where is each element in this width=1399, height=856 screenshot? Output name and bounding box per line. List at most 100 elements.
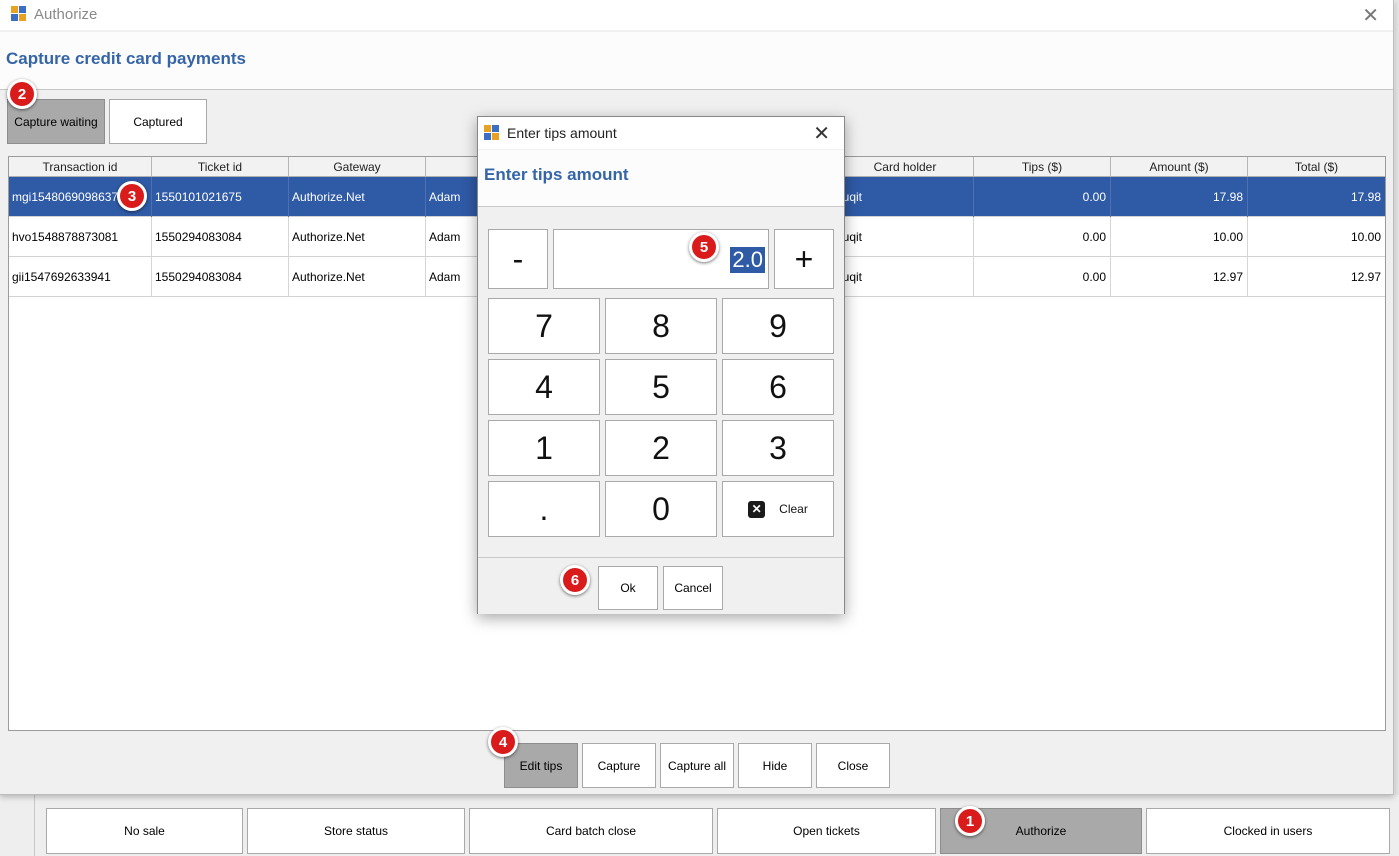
step-badge-4: 4 bbox=[488, 727, 518, 757]
column-header-ticket-id[interactable]: Ticket id bbox=[152, 157, 289, 177]
tab-captured-label: Captured bbox=[133, 114, 183, 129]
capture-all-label: Capture all bbox=[667, 758, 727, 773]
key-7-button[interactable]: 7 bbox=[488, 298, 600, 354]
cell-total: 10.00 bbox=[1350, 230, 1381, 244]
key-0-button[interactable]: 0 bbox=[605, 481, 717, 537]
key-8-label: 8 bbox=[652, 307, 670, 344]
cancel-button[interactable]: Cancel bbox=[663, 566, 723, 610]
background-window-edge bbox=[1395, 0, 1399, 856]
key-6-label: 6 bbox=[769, 368, 787, 405]
decrement-button[interactable]: - bbox=[488, 229, 548, 289]
minus-label: - bbox=[512, 240, 524, 277]
dialog-heading: Enter tips amount bbox=[484, 165, 629, 184]
cell-tips: 0.00 bbox=[974, 217, 1111, 257]
cell-transaction-id: hvo1548878873081 bbox=[9, 217, 152, 257]
key-2-button[interactable]: 2 bbox=[605, 420, 717, 476]
key-decimal-label: . bbox=[539, 490, 549, 527]
key-5-button[interactable]: 5 bbox=[605, 359, 717, 415]
clocked-in-users-label: Clocked in users bbox=[1223, 824, 1313, 838]
window-header: Capture credit card payments bbox=[0, 32, 1393, 90]
key-0-label: 0 bbox=[652, 490, 670, 527]
cell-amount: 12.97 bbox=[1111, 257, 1248, 297]
increment-button[interactable]: + bbox=[774, 229, 834, 289]
cell-gateway: Authorize.Net bbox=[289, 257, 426, 297]
card-batch-close-label: Card batch close bbox=[545, 824, 637, 838]
cell-ticket-id: 1550294083084 bbox=[152, 257, 289, 297]
step-badge-3: 3 bbox=[117, 181, 147, 211]
key-9-button[interactable]: 9 bbox=[722, 298, 834, 354]
capture-button[interactable]: Capture bbox=[582, 743, 656, 788]
cell-gateway: Authorize.Net bbox=[289, 177, 426, 217]
column-header-tips[interactable]: Tips ($) bbox=[974, 157, 1111, 177]
cell-amount: 17.98 bbox=[1111, 177, 1248, 217]
step-badge-2: 2 bbox=[7, 79, 37, 109]
close-label: Close bbox=[837, 758, 869, 773]
column-header-amount[interactable]: Amount ($) bbox=[1111, 157, 1248, 177]
cancel-label: Cancel bbox=[674, 581, 712, 595]
key-3-button[interactable]: 3 bbox=[722, 420, 834, 476]
hide-label: Hide bbox=[762, 758, 788, 773]
cell-tips: 0.00 bbox=[974, 177, 1111, 217]
key-4-button[interactable]: 4 bbox=[488, 359, 600, 415]
key-6-button[interactable]: 6 bbox=[722, 359, 834, 415]
page-title: Capture credit card payments bbox=[6, 49, 246, 68]
close-icon[interactable]: ✕ bbox=[813, 121, 830, 146]
column-header-gateway[interactable]: Gateway bbox=[289, 157, 426, 177]
edit-tips-label: Edit tips bbox=[519, 758, 563, 773]
window-titlebar: Authorize ✕ bbox=[0, 0, 1393, 30]
close-icon[interactable]: ✕ bbox=[1362, 3, 1379, 28]
key-3-label: 3 bbox=[769, 429, 787, 466]
open-tickets-button[interactable]: Open tickets bbox=[717, 808, 936, 854]
dialog-titlebar: Enter tips amount ✕ bbox=[478, 117, 844, 149]
clear-label: Clear bbox=[779, 502, 808, 516]
open-tickets-label: Open tickets bbox=[793, 824, 860, 838]
cell-transaction-id: gii1547692633941 bbox=[9, 257, 152, 297]
dialog-header: Enter tips amount bbox=[478, 150, 844, 207]
clocked-in-users-button[interactable]: Clocked in users bbox=[1146, 808, 1390, 854]
key-decimal-button[interactable]: . bbox=[488, 481, 600, 537]
ok-button[interactable]: Ok bbox=[598, 566, 658, 610]
store-status-button[interactable]: Store status bbox=[247, 808, 465, 854]
hide-button[interactable]: Hide bbox=[738, 743, 812, 788]
cell-amount: 10.00 bbox=[1111, 217, 1248, 257]
authorize-label: Authorize bbox=[1015, 824, 1067, 838]
column-header-total[interactable]: Total ($) bbox=[1248, 157, 1385, 177]
key-5-label: 5 bbox=[652, 368, 670, 405]
store-status-label: Store status bbox=[323, 824, 389, 838]
ok-label: Ok bbox=[620, 581, 636, 595]
cell-tips: 0.00 bbox=[974, 257, 1111, 297]
tab-captured[interactable]: Captured bbox=[109, 99, 207, 144]
card-batch-close-button[interactable]: Card batch close bbox=[469, 808, 713, 854]
step-badge-1: 1 bbox=[955, 806, 985, 836]
tips-amount-value: 2.0 bbox=[730, 247, 765, 273]
no-sale-label: No sale bbox=[124, 824, 165, 838]
column-header-card-holder[interactable]: Card holder bbox=[837, 157, 974, 177]
key-2-label: 2 bbox=[652, 429, 670, 466]
close-button[interactable]: Close bbox=[816, 743, 890, 788]
tab-capture-waiting-label: Capture waiting bbox=[14, 114, 98, 129]
cell-total: 12.97 bbox=[1350, 270, 1381, 284]
cell-card-holder: luqit bbox=[837, 257, 974, 297]
bottom-bar-edge bbox=[34, 795, 35, 856]
clear-button[interactable]: ✕ Clear bbox=[722, 481, 834, 537]
key-8-button[interactable]: 8 bbox=[605, 298, 717, 354]
cell-gateway: Authorize.Net bbox=[289, 217, 426, 257]
key-1-button[interactable]: 1 bbox=[488, 420, 600, 476]
enter-tips-dialog: Enter tips amount ✕ Enter tips amount - … bbox=[477, 116, 845, 614]
key-4-label: 4 bbox=[535, 368, 553, 405]
column-header-transaction-id[interactable]: Transaction id bbox=[9, 157, 152, 177]
dialog-footer: Ok Cancel bbox=[478, 557, 844, 614]
step-badge-5: 5 bbox=[689, 232, 719, 262]
cell-total: 17.98 bbox=[1350, 190, 1381, 204]
no-sale-button[interactable]: No sale bbox=[46, 808, 243, 854]
capture-all-button[interactable]: Capture all bbox=[660, 743, 734, 788]
pos-app-icon bbox=[11, 6, 27, 22]
cell-card-holder: luqit bbox=[837, 177, 974, 217]
step-badge-6: 6 bbox=[560, 565, 590, 595]
tips-amount-input[interactable]: 2.0 bbox=[553, 229, 769, 289]
cell-ticket-id: 1550294083084 bbox=[152, 217, 289, 257]
pos-app-icon bbox=[484, 125, 499, 140]
clear-x-icon: ✕ bbox=[748, 500, 766, 518]
plus-label: + bbox=[794, 240, 814, 277]
capture-label: Capture bbox=[597, 758, 641, 773]
